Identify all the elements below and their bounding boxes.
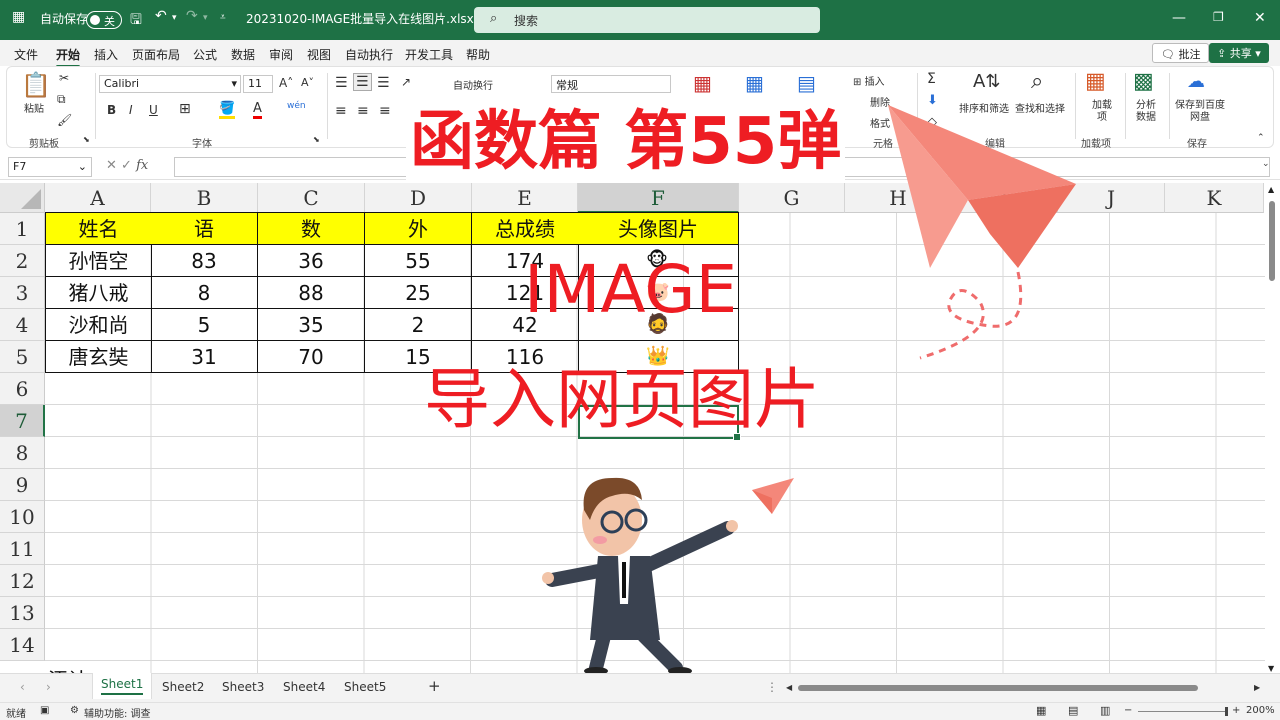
ready-status: 就绪 xyxy=(6,709,26,720)
sheet-tab-1-label: Sheet1 xyxy=(101,677,144,695)
vertical-scroll-thumb[interactable] xyxy=(1269,201,1275,281)
accessibility-status[interactable]: 辅助功能: 调查 xyxy=(84,705,151,720)
scroll-up-icon[interactable]: ▲ xyxy=(1268,185,1274,194)
next-sheet-icon[interactable]: › xyxy=(46,680,51,694)
page-break-view-icon[interactable]: ▥ xyxy=(1100,704,1110,717)
more-sheets-icon[interactable]: ⋮ xyxy=(766,680,778,694)
paper-plane-small xyxy=(752,478,794,514)
page-layout-view-icon[interactable]: ▤ xyxy=(1068,704,1078,717)
normal-view-icon[interactable]: ▦ xyxy=(1036,704,1046,717)
overlay-subtitle: IMAGE xyxy=(524,251,738,328)
vertical-scrollbar[interactable]: ▲ ▼ xyxy=(1266,183,1278,673)
sheet-tab-1[interactable]: Sheet1 xyxy=(92,673,153,699)
paper-plane-large xyxy=(888,105,1076,268)
status-bar: 就绪 ▣ ⚙ 辅助功能: 调查 ▦ ▤ ▥ − + 200% xyxy=(0,702,1280,720)
sheet-tab-2[interactable]: Sheet2 xyxy=(162,680,204,694)
horizontal-scrollbar[interactable] xyxy=(790,684,1260,692)
dashed-flight-path xyxy=(919,271,1023,360)
zoom-out-icon[interactable]: − xyxy=(1124,705,1132,716)
sheet-tab-bar: ‹ › Sheet1 Sheet2 Sheet3 Sheet4 Sheet5 +… xyxy=(0,673,1280,702)
zoom-level[interactable]: 200% xyxy=(1246,705,1275,716)
horizontal-scroll-thumb[interactable] xyxy=(798,685,1198,691)
scroll-right-icon[interactable]: ▶ xyxy=(1254,683,1260,692)
sheet-tab-3[interactable]: Sheet3 xyxy=(222,680,264,694)
zoom-slider[interactable] xyxy=(1138,711,1228,712)
accessibility-icon: ⚙ xyxy=(70,705,79,716)
prev-sheet-icon[interactable]: ‹ xyxy=(20,680,25,694)
cartoon-man-illustration xyxy=(542,477,738,675)
sheet-tab-4[interactable]: Sheet4 xyxy=(283,680,325,694)
zoom-in-icon[interactable]: + xyxy=(1232,705,1240,716)
scroll-down-icon[interactable]: ▼ xyxy=(1268,664,1274,673)
add-sheet-button[interactable]: + xyxy=(428,677,441,695)
sheet-tab-5[interactable]: Sheet5 xyxy=(344,680,386,694)
macro-record-icon[interactable]: ▣ xyxy=(40,705,49,716)
overlay-title: 函数篇 第55弹 xyxy=(406,102,846,180)
overlay-caption: 导入网页图片 xyxy=(424,361,820,438)
zoom-slider-thumb[interactable] xyxy=(1225,707,1228,716)
